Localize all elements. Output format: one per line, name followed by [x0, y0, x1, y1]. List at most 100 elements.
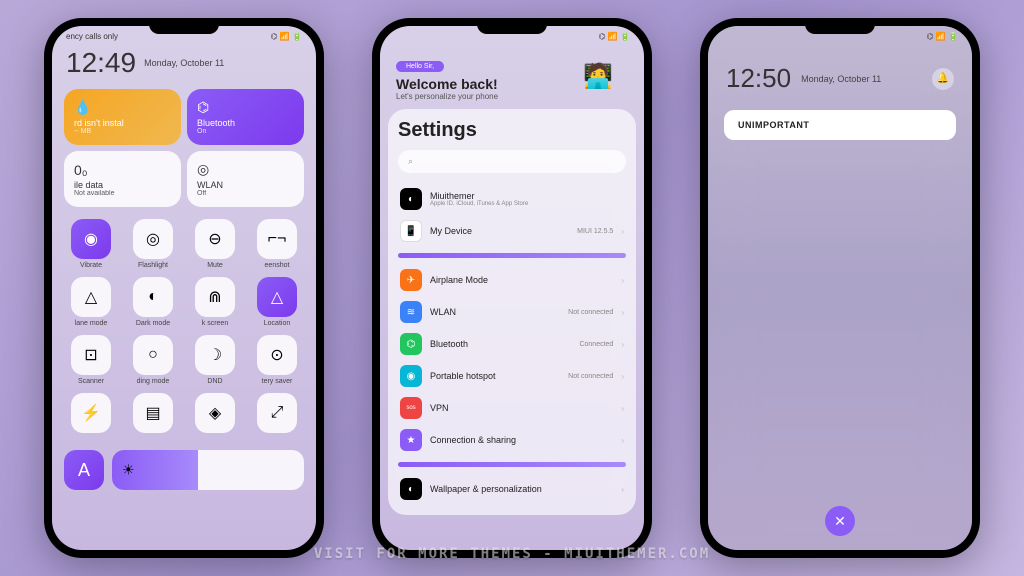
toggle-button[interactable]: ⊙ [257, 335, 297, 375]
toggle-k screen: ⋒ k screen [188, 277, 242, 327]
setting-name: Airplane Mode [430, 275, 605, 285]
toggle-label: k screen [202, 320, 228, 327]
phone-control-center: ency calls only ⌬ 📶 🔋 12:49 Monday, Octo… [44, 18, 324, 558]
setting-name: WLAN [430, 307, 560, 317]
toggle-grid: ◉Vibrate◎Flashlight⊖Mute⌐¬eenshot△lane m… [52, 213, 316, 442]
chevron-right-icon: › [621, 372, 624, 381]
toggle-button[interactable]: ⌐¬ [257, 219, 297, 259]
toggle-button[interactable]: ⊡ [71, 335, 111, 375]
setting-name: Wallpaper & personalization [430, 484, 605, 494]
toggle-button[interactable]: ▤ [133, 393, 173, 433]
setting-name: Bluetooth [430, 339, 571, 349]
setting-row-portable-hotspot[interactable]: ◉ Portable hotspot Not connected › [398, 360, 626, 392]
toggle-button[interactable]: △ [257, 277, 297, 317]
mobile-data-tile[interactable]: 0₀ ile data Not available [64, 151, 181, 207]
setting-row-airplane-mode[interactable]: ✈ Airplane Mode › [398, 264, 626, 296]
chevron-right-icon: › [621, 436, 624, 445]
toggle-label: ding mode [137, 378, 170, 385]
brightness-icon: ☀ [122, 462, 135, 479]
account-icon: ◐ [400, 188, 422, 210]
notch [477, 20, 547, 34]
toggle-tery saver: ⊙ tery saver [250, 335, 304, 385]
toggle-button[interactable]: ☽ [195, 335, 235, 375]
setting-icon: sos [400, 397, 422, 419]
settings-header: Hello Sir, Welcome back! Let's personali… [380, 43, 644, 109]
sd-card-tile[interactable]: 💧 rd isn't instal -- MB [64, 89, 181, 145]
data-icon: 0₀ [74, 162, 171, 178]
setting-icon: ◉ [400, 365, 422, 387]
notification-card[interactable]: UNIMPORTANT [724, 110, 956, 140]
account-row[interactable]: ◐ Miuithemer Apple ID, iCloud, iTunes & … [398, 183, 626, 215]
setting-row-connection-&-sharing[interactable]: ★ Connection & sharing › [398, 424, 626, 456]
toggle-button[interactable]: ◎ [133, 219, 173, 259]
clock: 12:50 [726, 63, 791, 94]
setting-row-wlan[interactable]: ≋WLANNot connected› [398, 296, 626, 328]
watermark: VISIT FOR MORE THEMES - MIUITHEMER.COM [314, 546, 710, 562]
status-icons: ⌬ 📶 🔋 [599, 32, 630, 41]
toggle-12: ⚡ [64, 393, 118, 436]
setting-icon: ★ [400, 429, 422, 451]
chevron-right-icon: › [621, 485, 624, 494]
bluetooth-icon: ⌬ [197, 99, 294, 116]
toggle-label: Scanner [78, 378, 104, 385]
setting-row-bluetooth[interactable]: ⌬BluetoothConnected› [398, 328, 626, 360]
wlan-tile[interactable]: ◎ WLAN Off [187, 151, 304, 207]
toggle-DND: ☽DND [188, 335, 242, 385]
notch [805, 20, 875, 34]
close-button[interactable]: ✕ [825, 506, 855, 536]
large-tiles: 💧 rd isn't instal -- MB ⌬ Bluetooth On 0… [52, 83, 316, 213]
setting-icon: ✈ [400, 269, 422, 291]
desk-illustration: 🧑‍💻 [568, 51, 628, 101]
toggle-button[interactable]: △ [71, 277, 111, 317]
toggle-button[interactable]: ○ [133, 335, 173, 375]
setting-status: Not connected [568, 373, 613, 380]
toggle-label: Vibrate [80, 262, 102, 269]
toggle-button[interactable]: ◈ [195, 393, 235, 433]
toggle-Scanner: ⊡ Scanner [64, 335, 118, 385]
auto-brightness-button[interactable]: A [64, 450, 104, 490]
setting-row-my-device[interactable]: 📱My DeviceMIUI 12.5.5› [398, 215, 626, 247]
setting-status: MIUI 12.5.5 [577, 228, 613, 235]
bottom-bar: A ☀ [52, 442, 316, 498]
setting-row-vpn[interactable]: sosVPN› [398, 392, 626, 424]
phone-lockscreen: ⌬ 📶 🔋 12:50 Monday, October 11 🔔 UNIMPOR… [700, 18, 980, 558]
chevron-right-icon: › [621, 276, 624, 285]
date: Monday, October 11 [801, 74, 881, 84]
divider-bar [398, 462, 626, 467]
settings-card: Settings ⌕ ◐ Miuithemer Apple ID, iCloud… [388, 109, 636, 515]
toggle-Mute: ⊖Mute [188, 219, 242, 269]
notification-bell-icon[interactable]: 🔔 [932, 68, 954, 90]
wifi-icon: ◎ [197, 161, 294, 178]
toggle-button[interactable]: ◐ [133, 277, 173, 317]
toggle-button[interactable]: ◉ [71, 219, 111, 259]
setting-name: Portable hotspot [430, 371, 560, 381]
clock: 12:49 [66, 47, 136, 79]
search-input[interactable]: ⌕ [398, 150, 626, 173]
toggle-button[interactable]: ⊖ [195, 219, 235, 259]
toggle-button[interactable]: ⚡ [71, 393, 111, 433]
toggle-button[interactable]: ⤢ [257, 393, 297, 433]
setting-name: Connection & sharing [430, 435, 605, 445]
lock-screen: ⌬ 📶 🔋 12:50 Monday, October 11 🔔 UNIMPOR… [708, 26, 972, 550]
setting-name: VPN [430, 403, 605, 413]
status-icons: ⌬ 📶 🔋 [927, 32, 958, 41]
status-left: ency calls only [66, 32, 118, 41]
toggle-label: Dark mode [136, 320, 170, 327]
toggle-label: tery saver [262, 378, 293, 385]
date: Monday, October 11 [144, 58, 224, 68]
toggle-label: lane mode [75, 320, 108, 327]
toggle-13: ▤ [126, 393, 180, 436]
setting-row-wallpaper-&-personalization[interactable]: ◐ Wallpaper & personalization › [398, 473, 626, 505]
hello-pill: Hello Sir, [396, 61, 444, 72]
setting-icon: ≋ [400, 301, 422, 323]
brightness-slider[interactable]: ☀ [112, 450, 304, 490]
toggle-button[interactable]: ⋒ [195, 277, 235, 317]
settings-screen: ⌬ 📶 🔋 Hello Sir, Welcome back! Let's per… [380, 26, 644, 550]
setting-icon: ⌬ [400, 333, 422, 355]
bluetooth-tile[interactable]: ⌬ Bluetooth On [187, 89, 304, 145]
chevron-right-icon: › [621, 227, 624, 236]
setting-icon: 📱 [400, 220, 422, 242]
setting-icon: ◐ [400, 478, 422, 500]
toggle-Flashlight: ◎Flashlight [126, 219, 180, 269]
control-center-screen: ency calls only ⌬ 📶 🔋 12:49 Monday, Octo… [52, 26, 316, 550]
